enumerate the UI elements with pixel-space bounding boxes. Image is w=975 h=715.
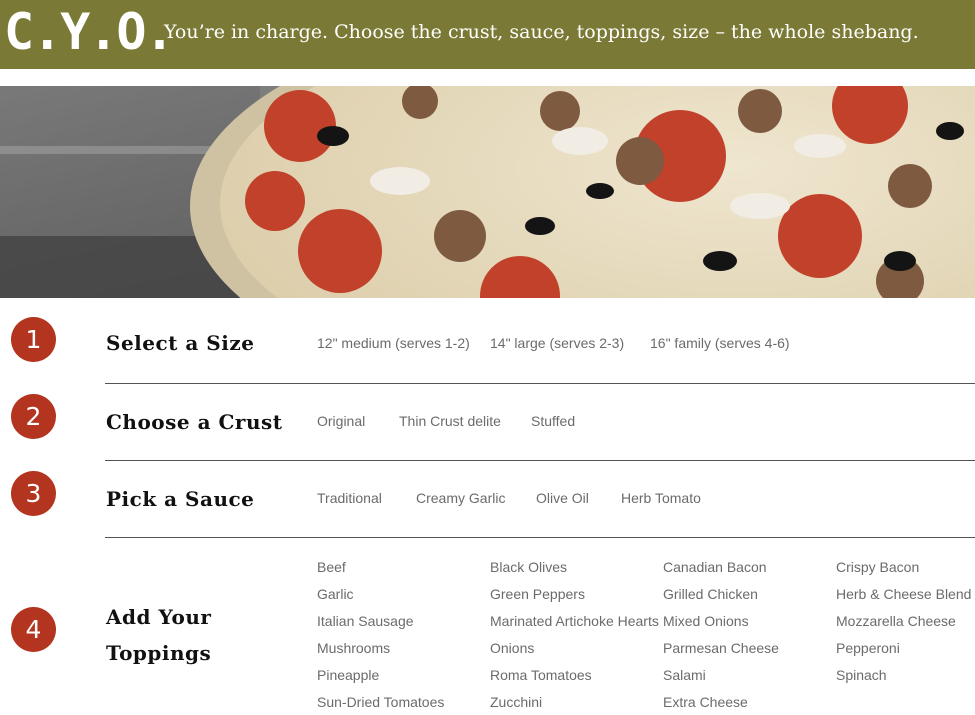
crust-option-original[interactable]: Original — [317, 413, 365, 429]
step-4-badge: 4 — [11, 607, 56, 652]
topping-option[interactable]: Onions — [490, 640, 534, 656]
crust-option-stuffed[interactable]: Stuffed — [531, 413, 575, 429]
step-4-title-line1: Add Your — [106, 605, 212, 629]
topping-option[interactable]: Parmesan Cheese — [663, 640, 779, 656]
topping-option[interactable]: Mozzarella Cheese — [836, 613, 956, 629]
topping-option[interactable]: Sun-Dried Tomatoes — [317, 694, 444, 710]
pizza-illustration — [0, 86, 975, 298]
topping-option[interactable]: Beef — [317, 559, 346, 575]
divider — [105, 460, 975, 461]
step-3-title: Pick a Sauce — [106, 487, 255, 511]
topping-option[interactable]: Canadian Bacon — [663, 559, 767, 575]
topping-option[interactable]: Herb & Cheese Blend — [836, 586, 971, 602]
topping-option[interactable]: Black Olives — [490, 559, 567, 575]
topping-option[interactable]: Salami — [663, 667, 706, 683]
topping-option[interactable]: Crispy Bacon — [836, 559, 919, 575]
topping-option[interactable]: Pineapple — [317, 667, 379, 683]
cyo-logo: C.Y.O. — [4, 3, 175, 61]
sauce-option-herb-tomato[interactable]: Herb Tomato — [621, 490, 701, 506]
topping-option[interactable]: Roma Tomatoes — [490, 667, 592, 683]
step-3-badge: 3 — [11, 471, 56, 516]
hero-pizza-image — [0, 86, 975, 298]
header-bar: C.Y.O. You’re in charge. Choose the crus… — [0, 0, 975, 69]
step-2-badge: 2 — [11, 394, 56, 439]
size-option-medium[interactable]: 12" medium (serves 1-2) — [317, 335, 470, 351]
topping-option[interactable]: Mixed Onions — [663, 613, 749, 629]
step-1-title: Select a Size — [106, 331, 255, 355]
sauce-option-traditional[interactable]: Traditional — [317, 490, 382, 506]
size-option-family[interactable]: 16" family (serves 4-6) — [650, 335, 790, 351]
topping-option[interactable]: Garlic — [317, 586, 354, 602]
topping-option[interactable]: Zucchini — [490, 694, 542, 710]
header-tagline: You’re in charge. Choose the crust, sauc… — [164, 21, 919, 43]
topping-option[interactable]: Spinach — [836, 667, 887, 683]
step-2-title: Choose a Crust — [106, 410, 283, 434]
sauce-option-creamy-garlic[interactable]: Creamy Garlic — [416, 490, 505, 506]
divider — [105, 537, 975, 538]
topping-option[interactable]: Pepperoni — [836, 640, 900, 656]
topping-option[interactable]: Italian Sausage — [317, 613, 414, 629]
topping-option[interactable]: Extra Cheese — [663, 694, 748, 710]
size-option-large[interactable]: 14" large (serves 2-3) — [490, 335, 624, 351]
sauce-option-olive-oil[interactable]: Olive Oil — [536, 490, 589, 506]
topping-option[interactable]: Green Peppers — [490, 586, 585, 602]
topping-option[interactable]: Mushrooms — [317, 640, 390, 656]
step-4-title-line2: Toppings — [106, 641, 212, 665]
crust-option-thin[interactable]: Thin Crust delite — [399, 413, 501, 429]
divider — [105, 383, 975, 384]
topping-option[interactable]: Marinated Artichoke Hearts — [490, 613, 659, 629]
topping-option[interactable]: Grilled Chicken — [663, 586, 758, 602]
step-1-badge: 1 — [11, 317, 56, 362]
